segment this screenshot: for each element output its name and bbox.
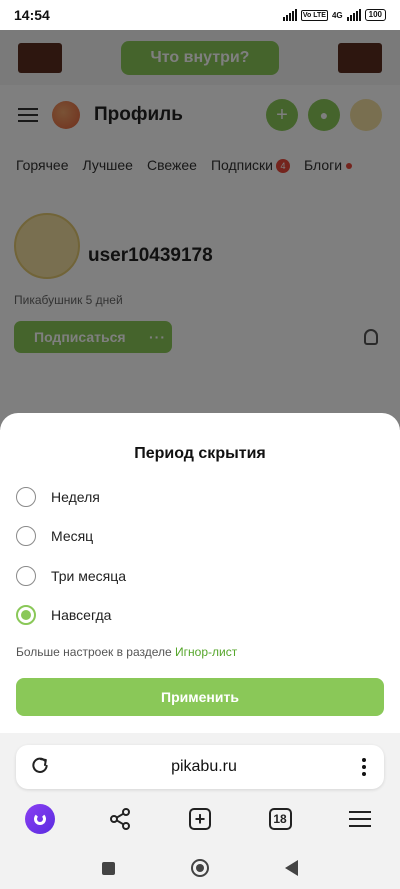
signal-icon-2 bbox=[346, 9, 361, 21]
new-tab-button[interactable]: + bbox=[182, 801, 218, 837]
address-bar[interactable]: pikabu.ru bbox=[16, 745, 384, 789]
option-three-months[interactable]: Три месяца bbox=[16, 563, 126, 589]
battery-icon: 100 bbox=[364, 9, 386, 21]
radio-forever-selected[interactable] bbox=[16, 605, 36, 625]
option-three-months-label: Три месяца bbox=[51, 568, 127, 584]
alice-icon bbox=[25, 804, 55, 834]
back-icon[interactable] bbox=[285, 860, 298, 876]
recent-apps-icon[interactable] bbox=[102, 861, 115, 875]
browser-toolbar: + 18 bbox=[0, 801, 400, 837]
hamburger-icon bbox=[349, 811, 371, 827]
share-button[interactable] bbox=[102, 801, 138, 837]
modal-scrim[interactable] bbox=[0, 30, 400, 430]
settings-hint: Больше настроек в разделе Игнор-лист bbox=[16, 645, 237, 659]
radio-week[interactable] bbox=[16, 487, 36, 507]
option-forever[interactable]: Навсегда bbox=[16, 602, 111, 628]
hide-period-sheet: Период скрытия Неделя Месяц Три месяца Н… bbox=[0, 413, 400, 733]
apply-button[interactable]: Применить bbox=[16, 678, 384, 716]
option-month-label: Месяц bbox=[51, 528, 94, 544]
plus-icon: + bbox=[189, 808, 211, 830]
sheet-title: Период скрытия bbox=[134, 445, 266, 462]
option-month[interactable]: Месяц bbox=[16, 523, 93, 549]
status-time: 14:54 bbox=[14, 7, 50, 23]
volte-badge: Vo LTE bbox=[300, 9, 328, 21]
status-icons: Vo LTE 4G 100 bbox=[282, 9, 386, 21]
option-forever-label: Навсегда bbox=[51, 607, 112, 623]
kebab-menu-icon[interactable] bbox=[358, 758, 370, 776]
option-week-label: Неделя bbox=[51, 489, 100, 505]
share-icon bbox=[110, 808, 130, 830]
tab-count: 18 bbox=[268, 808, 292, 830]
radio-month[interactable] bbox=[16, 526, 36, 546]
browser-menu-button[interactable] bbox=[342, 801, 378, 837]
reload-icon[interactable] bbox=[30, 755, 50, 780]
browser-chrome: pikabu.ru + 18 bbox=[0, 733, 400, 847]
tabs-button[interactable]: 18 bbox=[262, 801, 298, 837]
system-nav-bar bbox=[0, 847, 400, 889]
ignore-list-link[interactable]: Игнор-лист bbox=[175, 645, 237, 659]
status-bar: 14:54 Vo LTE 4G 100 bbox=[0, 0, 400, 30]
alice-assistant-button[interactable] bbox=[22, 801, 58, 837]
signal-icon bbox=[282, 9, 297, 21]
option-week[interactable]: Неделя bbox=[16, 484, 100, 510]
home-icon[interactable] bbox=[191, 859, 209, 877]
url-text[interactable]: pikabu.ru bbox=[50, 758, 358, 776]
radio-three-months[interactable] bbox=[16, 566, 36, 586]
network-type: 4G bbox=[331, 10, 343, 20]
hint-text: Больше настроек в разделе bbox=[16, 645, 176, 659]
